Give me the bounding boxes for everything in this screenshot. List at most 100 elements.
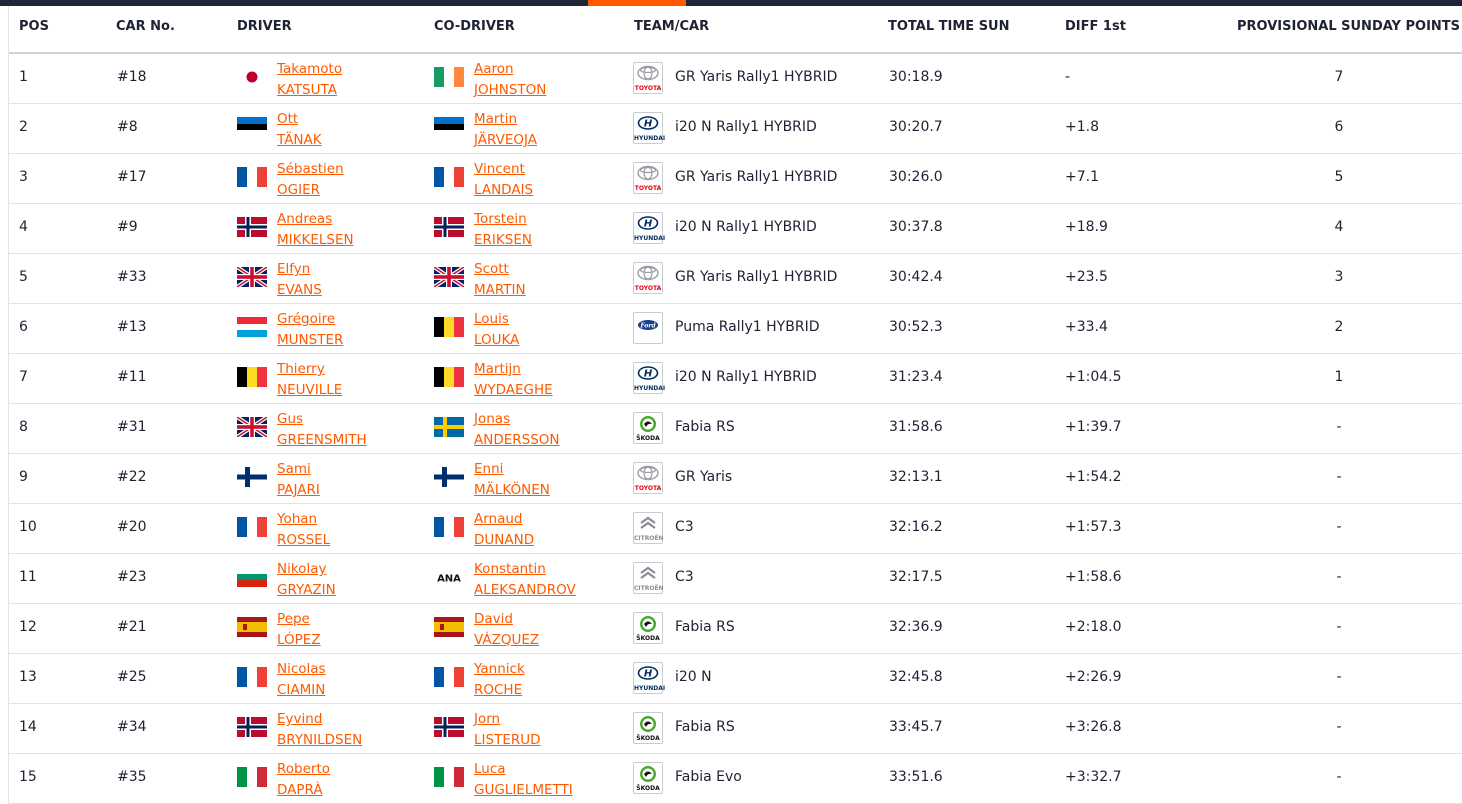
table-header: POS CAR No. DRIVER CO-DRIVER TEAM/CAR TO… (9, 6, 1462, 54)
header-pos: POS (19, 19, 49, 34)
diff-first: +1:39.7 (1065, 419, 1122, 435)
toyota-logo-icon: TOYOTA (633, 262, 663, 294)
co-driver-last-name-link[interactable]: ANDERSSON (474, 430, 560, 451)
driver-first-name-link[interactable]: Gus (277, 409, 367, 430)
co-driver-name: Martijn WYDAEGHE (474, 359, 553, 401)
driver-first-name-link[interactable]: Andreas (277, 209, 354, 230)
table-row: 11 #23 Nikolay GRYAZIN ANA Konstantin ALEKSAND… (9, 554, 1462, 604)
team-car-model: C3 (675, 569, 694, 585)
team-car-model: GR Yaris (675, 469, 733, 485)
co-driver-first-name-link[interactable]: Martijn (474, 359, 553, 380)
diff-first: +2:26.9 (1065, 669, 1122, 685)
co-driver-last-name-link[interactable]: LANDAIS (474, 180, 533, 201)
co-driver-first-name-link[interactable]: Yannick (474, 659, 525, 680)
co-driver-last-name-link[interactable]: WYDAEGHE (474, 380, 553, 401)
driver-last-name-link[interactable]: MUNSTER (277, 330, 343, 351)
co-driver-first-name-link[interactable]: Scott (474, 259, 526, 280)
table-row: 5 #33 Elfyn EVANS Scott MARTIN TOYOTA GR Yaris … (9, 254, 1462, 304)
co-driver-last-name-link[interactable]: ERIKSEN (474, 230, 532, 251)
co-driver-last-name-link[interactable]: GUGLIELMETTI (474, 780, 573, 801)
car-number: #21 (117, 619, 147, 635)
driver-first-name-link[interactable]: Ott (277, 109, 322, 130)
co-driver-last-name-link[interactable]: MÄLKÖNEN (474, 480, 550, 501)
co-driver-first-name-link[interactable]: Konstantin (474, 559, 576, 580)
driver-flag-icon (237, 667, 267, 687)
total-time: 32:16.2 (889, 519, 943, 535)
provisional-points: - (1336, 469, 1342, 485)
driver-last-name-link[interactable]: OGIER (277, 180, 344, 201)
driver-flag-icon (237, 67, 267, 87)
driver-last-name-link[interactable]: PAJARI (277, 480, 320, 501)
co-driver-last-name-link[interactable]: ROCHE (474, 680, 525, 701)
co-driver-first-name-link[interactable]: Jorn (474, 709, 541, 730)
driver-last-name-link[interactable]: GRYAZIN (277, 580, 336, 601)
driver-name: Nicolas CIAMIN (277, 659, 326, 701)
header-provisional-points: PROVISIONAL SUNDAY POINTS (1237, 19, 1461, 34)
total-time: 30:52.3 (889, 319, 943, 335)
header-driver: DRIVER (237, 19, 292, 34)
co-driver-last-name-link[interactable]: MARTIN (474, 280, 526, 301)
co-driver-first-name-link[interactable]: Aaron (474, 59, 546, 80)
driver-first-name-link[interactable]: Sébastien (277, 159, 344, 180)
co-driver-last-name-link[interactable]: ALEKSANDROV (474, 580, 576, 601)
co-driver-first-name-link[interactable]: Luca (474, 759, 573, 780)
hyundai-logo-icon: H HYUNDAI (633, 662, 665, 694)
driver-first-name-link[interactable]: Nicolas (277, 659, 326, 680)
svg-text:H: H (644, 119, 653, 130)
driver-last-name-link[interactable]: NEUVILLE (277, 380, 342, 401)
co-driver-last-name-link[interactable]: DUNAND (474, 530, 534, 551)
co-driver-name: Konstantin ALEKSANDROV (474, 559, 576, 601)
driver-last-name-link[interactable]: KATSUTA (277, 80, 342, 101)
driver-last-name-link[interactable]: BRYNILDSEN (277, 730, 362, 751)
driver-first-name-link[interactable]: Roberto (277, 759, 330, 780)
driver-name: Ott TÄNAK (277, 109, 322, 151)
diff-first: +1:57.3 (1065, 519, 1122, 535)
driver-first-name-link[interactable]: Nikolay (277, 559, 336, 580)
driver-last-name-link[interactable]: CIAMIN (277, 680, 326, 701)
driver-name: Pepe LÓPEZ (277, 609, 321, 651)
co-driver-last-name-link[interactable]: JÄRVEOJA (474, 130, 537, 151)
team-car-model: GR Yaris Rally1 HYBRID (675, 169, 838, 185)
co-driver-first-name-link[interactable]: Martin (474, 109, 537, 130)
driver-last-name-link[interactable]: ROSSEL (277, 530, 330, 551)
driver-last-name-link[interactable]: TÄNAK (277, 130, 322, 151)
co-driver-first-name-link[interactable]: Louis (474, 309, 519, 330)
co-driver-last-name-link[interactable]: VÁZQUEZ (474, 630, 539, 651)
driver-last-name-link[interactable]: MIKKELSEN (277, 230, 354, 251)
driver-last-name-link[interactable]: DAPRÀ (277, 780, 330, 801)
total-time: 31:58.6 (889, 419, 943, 435)
position: 13 (19, 669, 37, 685)
total-time: 33:45.7 (889, 719, 943, 735)
co-driver-first-name-link[interactable]: Vincent (474, 159, 533, 180)
co-driver-last-name-link[interactable]: JOHNSTON (474, 80, 546, 101)
table-row: 14 #34 Eyvind BRYNILDSEN Jorn LISTERUD ŠKODA Fa… (9, 704, 1462, 754)
driver-first-name-link[interactable]: Thierry (277, 359, 342, 380)
table-row: 12 #21 Pepe LÓPEZ David VÁZQUEZ ŠKODA Fabia RS 3… (9, 604, 1462, 654)
driver-first-name-link[interactable]: Takamoto (277, 59, 342, 80)
driver-first-name-link[interactable]: Grégoire (277, 309, 343, 330)
diff-first: +1.8 (1065, 119, 1099, 135)
team-car-model: Fabia RS (675, 719, 735, 735)
co-driver-last-name-link[interactable]: LISTERUD (474, 730, 541, 751)
total-time: 32:13.1 (889, 469, 943, 485)
co-driver-first-name-link[interactable]: Torstein (474, 209, 532, 230)
driver-last-name-link[interactable]: LÓPEZ (277, 630, 321, 651)
driver-last-name-link[interactable]: GREENSMITH (277, 430, 367, 451)
brand-label: ŠKODA (636, 735, 660, 742)
driver-first-name-link[interactable]: Elfyn (277, 259, 322, 280)
co-driver-last-name-link[interactable]: LOUKA (474, 330, 519, 351)
co-driver-first-name-link[interactable]: Arnaud (474, 509, 534, 530)
provisional-points: 6 (1334, 119, 1344, 135)
provisional-points: 3 (1334, 269, 1344, 285)
driver-first-name-link[interactable]: Yohan (277, 509, 330, 530)
driver-last-name-link[interactable]: EVANS (277, 280, 322, 301)
driver-first-name-link[interactable]: Pepe (277, 609, 321, 630)
co-driver-first-name-link[interactable]: Jonas (474, 409, 560, 430)
diff-first: +18.9 (1065, 219, 1108, 235)
driver-first-name-link[interactable]: Sami (277, 459, 320, 480)
brand-label: HYUNDAI (634, 235, 666, 242)
driver-first-name-link[interactable]: Eyvind (277, 709, 362, 730)
co-driver-first-name-link[interactable]: David (474, 609, 539, 630)
co-driver-first-name-link[interactable]: Enni (474, 459, 550, 480)
driver-name: Yohan ROSSEL (277, 509, 330, 551)
